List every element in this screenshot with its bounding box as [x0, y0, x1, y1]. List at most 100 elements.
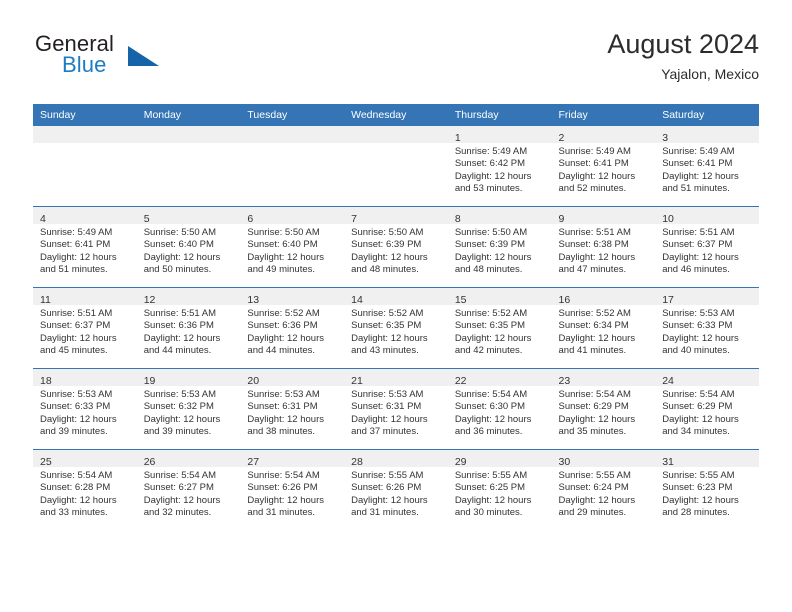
day-details: Sunrise: 5:50 AM Sunset: 6:40 PM Daylight:…: [137, 224, 241, 277]
calendar-day-cell[interactable]: 23 Sunrise: 5:54 AM Sunset: 6:29 PM Dayligh…: [551, 368, 656, 450]
calendar-week-row: 25 Sunrise: 5:54 AM Sunset: 6:28 PM Dayligh…: [33, 449, 759, 530]
calendar-day-cell[interactable]: 6 Sunrise: 5:50 AM Sunset: 6:40 PM Daylight…: [240, 206, 345, 288]
day-number: 17: [662, 294, 674, 306]
day-number-bar: 31: [655, 450, 759, 468]
day-number-bar: 27: [240, 450, 345, 468]
sunset-text: Sunset: 6:28 PM: [40, 482, 111, 494]
daylight-text-line1: Daylight: 12 hours: [558, 251, 636, 263]
day-number: 3: [662, 132, 669, 144]
day-details: Sunrise: 5:54 AM Sunset: 6:29 PM Daylight:…: [552, 386, 656, 439]
calendar-table: Sunday Monday Tuesday Wednesday Thursday…: [33, 104, 759, 530]
sunset-text: Sunset: 6:29 PM: [662, 401, 733, 413]
calendar-day-cell[interactable]: 5 Sunrise: 5:50 AM Sunset: 6:40 PM Daylight…: [136, 206, 241, 288]
calendar-day-cell[interactable]: 31 Sunrise: 5:55 AM Sunset: 6:23 PM Dayligh…: [655, 449, 759, 530]
weekday-header-thursday: Thursday: [447, 104, 552, 126]
calendar-day-cell[interactable]: 22 Sunrise: 5:54 AM Sunset: 6:30 PM Dayligh…: [447, 368, 552, 450]
calendar-day-cell[interactable]: 11 Sunrise: 5:51 AM Sunset: 6:37 PM Dayligh…: [33, 287, 137, 369]
calendar-day-cell[interactable]: 27 Sunrise: 5:54 AM Sunset: 6:26 PM Dayligh…: [240, 449, 345, 530]
daylight-text-line2: and 30 minutes.: [454, 507, 523, 519]
calendar-day-cell[interactable]: 2 Sunrise: 5:49 AM Sunset: 6:41 PM Daylight…: [551, 126, 656, 207]
title-block: August 2024 Yajalon, Mexico: [607, 28, 759, 83]
calendar-day-cell-empty: [33, 126, 137, 207]
day-number-bar: 7: [344, 207, 448, 225]
sunrise-text: Sunrise: 5:51 AM: [662, 227, 735, 238]
day-number-bar: 10: [655, 207, 759, 225]
calendar-day-cell[interactable]: 16 Sunrise: 5:52 AM Sunset: 6:34 PM Dayligh…: [551, 287, 656, 369]
calendar-day-cell[interactable]: 13 Sunrise: 5:52 AM Sunset: 6:36 PM Dayligh…: [240, 287, 345, 369]
sunrise-text: Sunrise: 5:54 AM: [662, 389, 735, 400]
sunrise-text: Sunrise: 5:53 AM: [40, 389, 113, 400]
sunset-text: Sunset: 6:24 PM: [558, 482, 629, 494]
day-details: Sunrise: 5:52 AM Sunset: 6:35 PM Daylight:…: [344, 305, 448, 358]
calendar-day-cell[interactable]: 9 Sunrise: 5:51 AM Sunset: 6:38 PM Daylight…: [551, 206, 656, 288]
calendar-day-cell[interactable]: 20 Sunrise: 5:53 AM Sunset: 6:31 PM Dayligh…: [240, 368, 345, 450]
daylight-text-line1: Daylight: 12 hours: [40, 494, 117, 506]
location-subtitle: Yajalon, Mexico: [661, 66, 759, 82]
daylight-text-line2: and 39 minutes.: [40, 426, 108, 438]
day-number: 6: [247, 213, 254, 225]
calendar-day-cell[interactable]: 12 Sunrise: 5:51 AM Sunset: 6:36 PM Dayligh…: [136, 287, 241, 369]
calendar-day-cell[interactable]: 26 Sunrise: 5:54 AM Sunset: 6:27 PM Dayligh…: [136, 449, 241, 530]
sunrise-text: Sunrise: 5:53 AM: [662, 308, 735, 319]
calendar-header-row: Sunday Monday Tuesday Wednesday Thursday…: [33, 104, 759, 126]
calendar-day-cell[interactable]: 19 Sunrise: 5:53 AM Sunset: 6:32 PM Dayligh…: [136, 368, 241, 450]
day-details: Sunrise: 5:51 AM Sunset: 6:37 PM Daylight:…: [655, 224, 759, 277]
day-number: 31: [662, 456, 674, 468]
daylight-text-line2: and 32 minutes.: [143, 507, 212, 519]
calendar-day-cell[interactable]: 17 Sunrise: 5:53 AM Sunset: 6:33 PM Dayligh…: [655, 287, 759, 369]
calendar-day-cell[interactable]: 24 Sunrise: 5:54 AM Sunset: 6:29 PM Dayligh…: [655, 368, 759, 450]
daylight-text-line1: Daylight: 12 hours: [247, 251, 324, 263]
day-details: Sunrise: 5:54 AM Sunset: 6:26 PM Daylight:…: [240, 467, 344, 520]
day-number: 21: [351, 375, 363, 387]
daylight-text-line2: and 36 minutes.: [454, 426, 523, 438]
calendar-day-cell[interactable]: 18 Sunrise: 5:53 AM Sunset: 6:33 PM Dayligh…: [33, 368, 137, 450]
daylight-text-line2: and 39 minutes.: [143, 426, 212, 438]
sunset-text: Sunset: 6:39 PM: [454, 239, 526, 251]
calendar-day-cell[interactable]: 30 Sunrise: 5:55 AM Sunset: 6:24 PM Dayligh…: [551, 449, 656, 530]
day-details: Sunrise: 5:54 AM Sunset: 6:29 PM Daylight:…: [655, 386, 759, 439]
day-number: 16: [558, 294, 571, 306]
sunset-text: Sunset: 6:31 PM: [247, 401, 318, 413]
day-details: Sunrise: 5:51 AM Sunset: 6:36 PM Daylight:…: [137, 305, 241, 358]
sunrise-text: Sunrise: 5:53 AM: [247, 389, 320, 400]
sunrise-text: Sunrise: 5:54 AM: [247, 470, 320, 481]
day-number: 15: [454, 294, 467, 306]
calendar-day-cell[interactable]: 21 Sunrise: 5:53 AM Sunset: 6:31 PM Dayligh…: [344, 368, 448, 450]
day-number: 14: [351, 294, 363, 306]
day-number: 23: [558, 375, 571, 387]
calendar-day-cell[interactable]: 29 Sunrise: 5:55 AM Sunset: 6:25 PM Dayligh…: [447, 449, 552, 530]
weekday-header-tuesday: Tuesday: [240, 104, 345, 126]
sunset-text: Sunset: 6:36 PM: [143, 320, 214, 332]
calendar-day-cell[interactable]: 1 Sunrise: 5:49 AM Sunset: 6:42 PM Daylight…: [447, 126, 552, 207]
day-number-bar: 29: [447, 450, 552, 468]
sunrise-text: Sunrise: 5:51 AM: [558, 227, 631, 238]
daylight-text-line2: and 43 minutes.: [351, 345, 419, 357]
sunset-text: Sunset: 6:40 PM: [247, 239, 318, 251]
sunset-text: Sunset: 6:38 PM: [558, 239, 629, 251]
daylight-text-line2: and 51 minutes.: [662, 183, 730, 195]
daylight-text-line2: and 38 minutes.: [247, 426, 316, 438]
day-details: Sunrise: 5:55 AM Sunset: 6:25 PM Daylight:…: [448, 467, 552, 520]
day-details: Sunrise: 5:50 AM Sunset: 6:39 PM Daylight:…: [448, 224, 552, 277]
calendar-day-cell[interactable]: 3 Sunrise: 5:49 AM Sunset: 6:41 PM Daylight…: [655, 126, 759, 207]
calendar-day-cell[interactable]: 25 Sunrise: 5:54 AM Sunset: 6:28 PM Dayligh…: [33, 449, 137, 530]
daylight-text-line2: and 53 minutes.: [454, 183, 523, 195]
calendar-day-cell[interactable]: 10 Sunrise: 5:51 AM Sunset: 6:37 PM Dayligh…: [655, 206, 759, 288]
calendar-day-cell[interactable]: 28 Sunrise: 5:55 AM Sunset: 6:26 PM Dayligh…: [344, 449, 448, 530]
daylight-text-line1: Daylight: 12 hours: [662, 170, 739, 182]
day-number: 2: [558, 132, 565, 144]
daylight-text-line2: and 48 minutes.: [454, 264, 523, 276]
day-number-bar: 9: [551, 207, 656, 225]
daylight-text-line2: and 31 minutes.: [351, 507, 419, 519]
weekday-header-monday: Monday: [136, 104, 241, 126]
calendar-day-cell[interactable]: 14 Sunrise: 5:52 AM Sunset: 6:35 PM Dayligh…: [344, 287, 448, 369]
daylight-text-line2: and 48 minutes.: [351, 264, 419, 276]
calendar-day-cell[interactable]: 15 Sunrise: 5:52 AM Sunset: 6:35 PM Dayligh…: [447, 287, 552, 369]
weekday-header-sunday: Sunday: [33, 104, 137, 126]
daylight-text-line2: and 33 minutes.: [40, 507, 108, 519]
brand-logo[interactable]: General Blue: [33, 32, 233, 90]
calendar-day-cell[interactable]: 7 Sunrise: 5:50 AM Sunset: 6:39 PM Daylight…: [344, 206, 448, 288]
day-details: Sunrise: 5:49 AM Sunset: 6:42 PM Daylight:…: [448, 143, 552, 196]
calendar-day-cell[interactable]: 8 Sunrise: 5:50 AM Sunset: 6:39 PM Daylight…: [447, 206, 552, 288]
calendar-day-cell[interactable]: 4 Sunrise: 5:49 AM Sunset: 6:41 PM Daylight…: [33, 206, 137, 288]
